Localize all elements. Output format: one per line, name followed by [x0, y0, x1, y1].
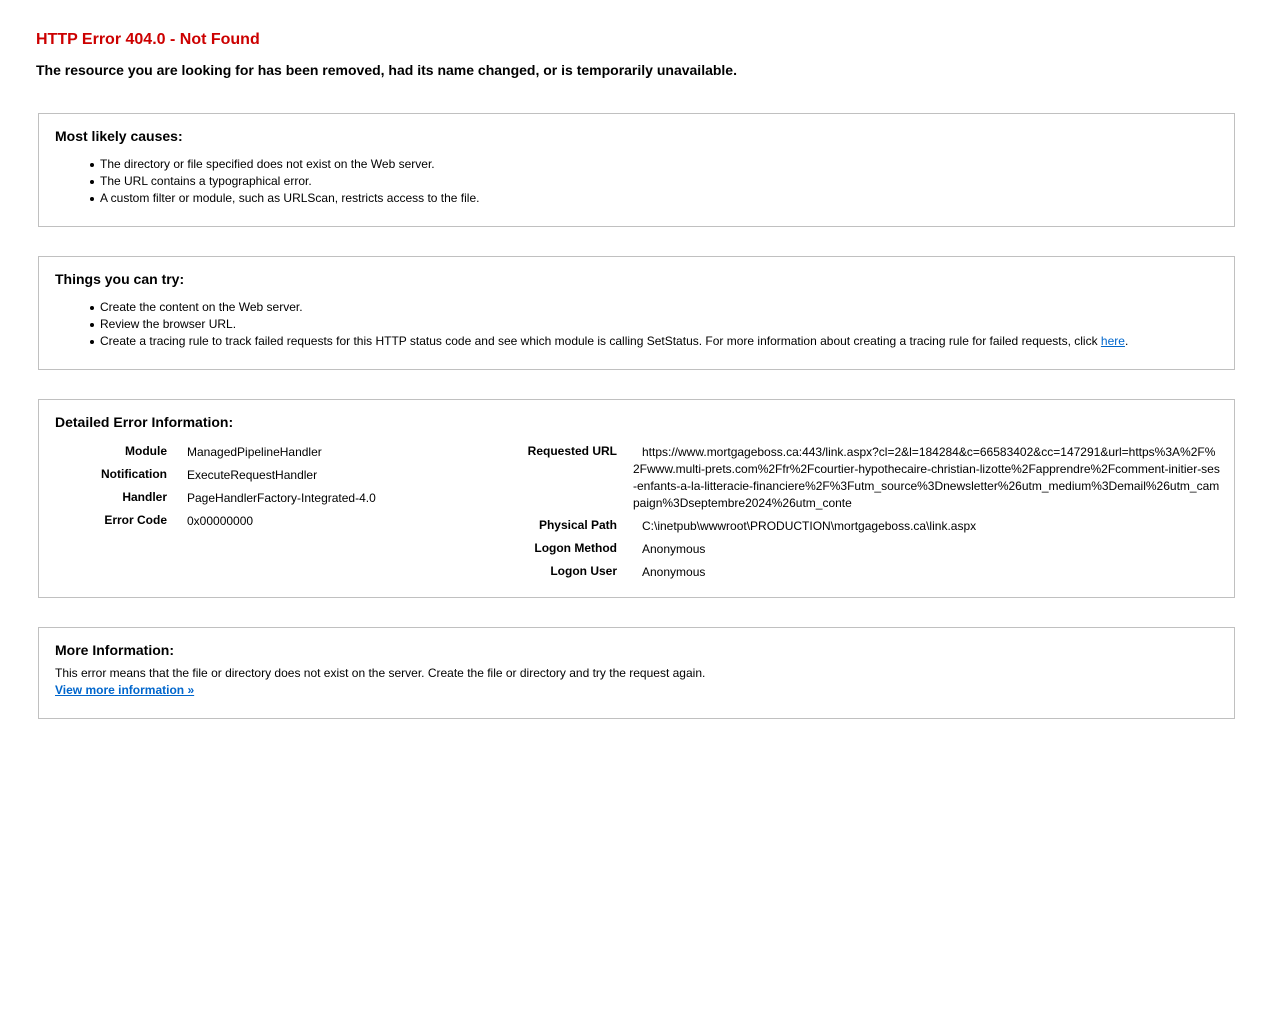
logon-method-label: Logon Method: [534, 541, 617, 555]
error-title: HTTP Error 404.0 - Not Found: [36, 31, 260, 48]
requested-url-label: Requested URL: [527, 444, 617, 458]
handler-value: PageHandlerFactory-Integrated-4.0: [187, 491, 376, 505]
tracing-text: Create a tracing rule to track failed re…: [100, 334, 1101, 348]
more-info-box: More Information: This error means that …: [38, 627, 1235, 719]
logon-user-label: Logon User: [550, 564, 617, 578]
notification-label: Notification: [101, 467, 167, 481]
list-item: Review the browser URL.: [85, 316, 1128, 333]
view-more-information-link[interactable]: View more information »: [55, 683, 194, 697]
try-box: Things you can try: Create the content o…: [38, 256, 1235, 370]
causes-box: Most likely causes: The directory or fil…: [38, 113, 1235, 227]
details-box: Detailed Error Information: Module Manag…: [38, 399, 1235, 598]
module-label: Module: [125, 444, 167, 458]
handler-label: Handler: [122, 490, 167, 504]
more-info-text: This error means that the file or direct…: [55, 666, 706, 680]
causes-title: Most likely causes:: [55, 128, 183, 144]
here-link[interactable]: here: [1101, 334, 1125, 348]
physical-path-label: Physical Path: [538, 518, 617, 532]
error-code-value: 0x00000000: [187, 514, 254, 528]
logon-user-value: Anonymous: [642, 565, 706, 579]
try-title: Things you can try:: [55, 271, 185, 287]
requested-url-value: https://www.mortgageboss.ca:443/link.asp…: [633, 445, 1220, 510]
more-info-title: More Information:: [55, 642, 174, 658]
logon-method-value: Anonymous: [642, 542, 706, 556]
list-item-tracing-rule: Create a tracing rule to track failed re…: [85, 333, 1128, 350]
more-info-link-wrap: View more information »: [55, 682, 194, 699]
details-title: Detailed Error Information:: [55, 414, 234, 430]
module-value: ManagedPipelineHandler: [187, 445, 322, 459]
notification-value: ExecuteRequestHandler: [187, 468, 318, 482]
try-list: Create the content on the Web server. Re…: [85, 299, 1128, 350]
list-item: The URL contains a typographical error.: [85, 173, 479, 190]
error-code-label: Error Code: [104, 513, 167, 527]
list-item: A custom filter or module, such as URLSc…: [85, 190, 479, 207]
tracing-end: .: [1124, 334, 1129, 348]
error-page: HTTP Error 404.0 - Not Found The resourc…: [0, 0, 1280, 1024]
physical-path-value: C:\inetpub\wwwroot\PRODUCTION\mortgagebo…: [642, 519, 977, 533]
causes-list: The directory or file specified does not…: [85, 156, 479, 207]
list-item: Create the content on the Web server.: [85, 299, 1128, 316]
error-subtitle: The resource you are looking for has bee…: [36, 62, 737, 78]
list-item: The directory or file specified does not…: [85, 156, 479, 173]
